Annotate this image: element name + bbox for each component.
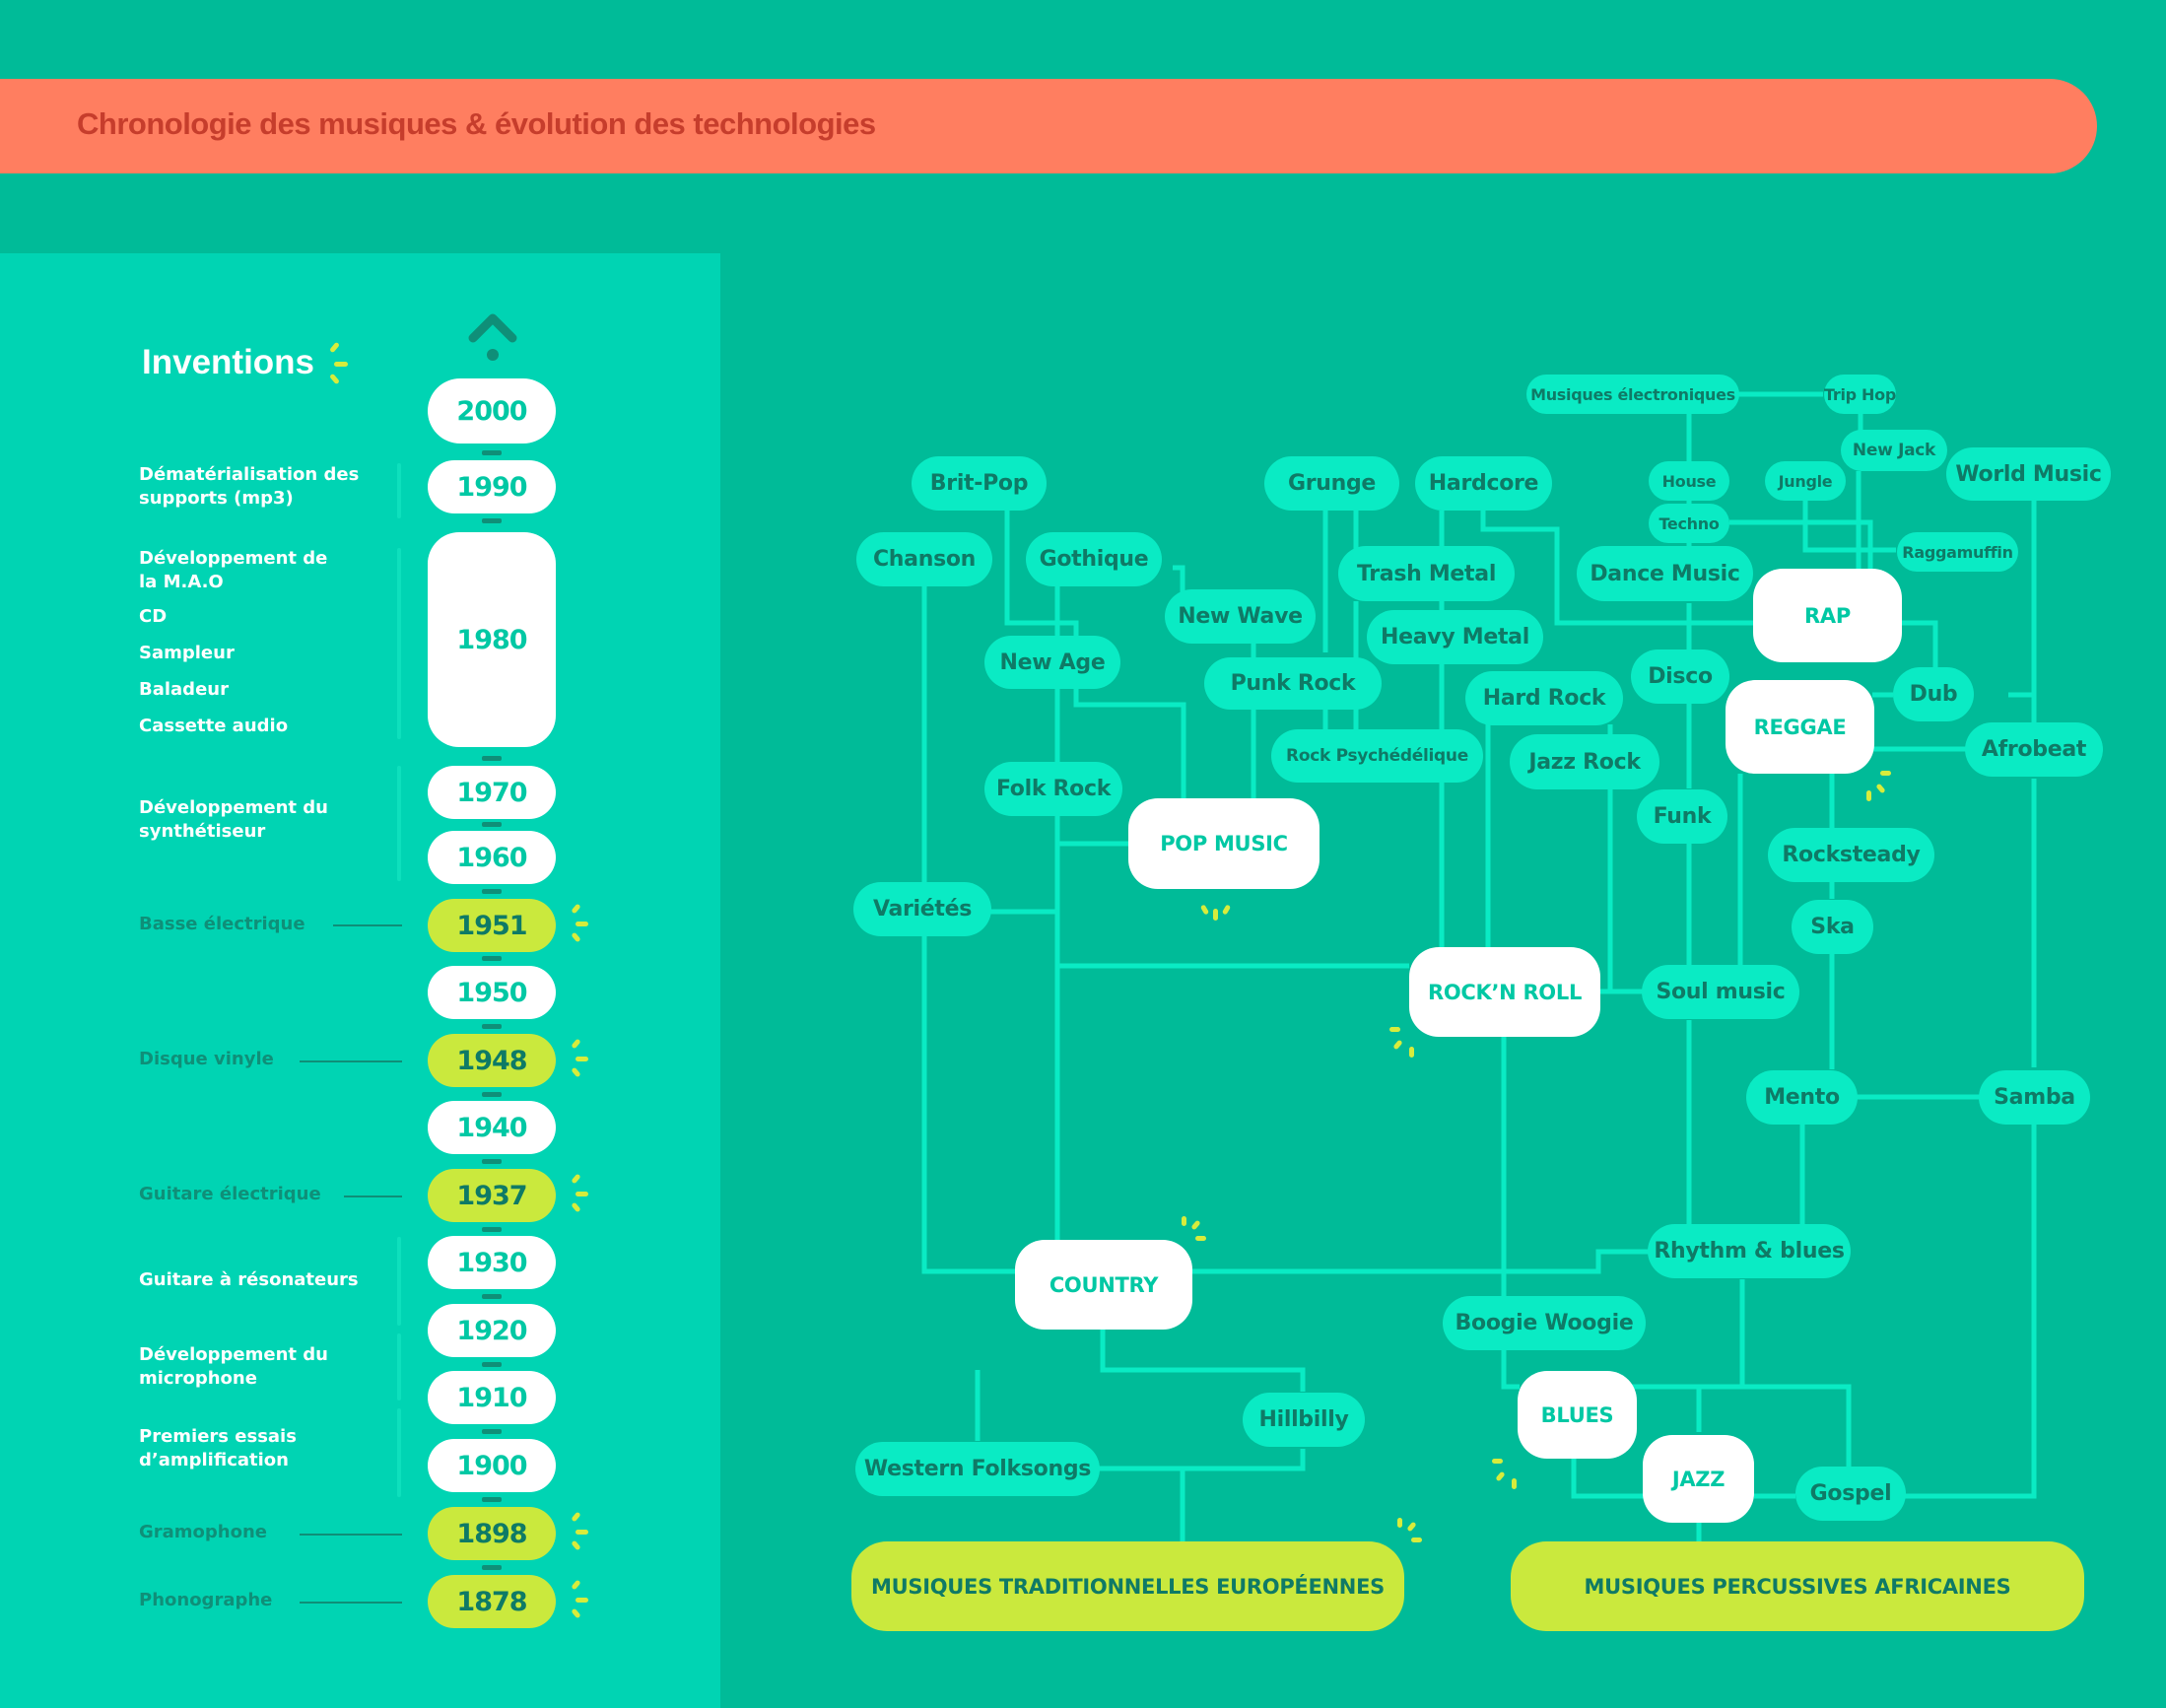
node-punk-rock[interactable]: Punk Rock — [1204, 657, 1382, 710]
node-new-age[interactable]: New Age — [984, 636, 1120, 689]
node-chanson[interactable]: Chanson — [856, 532, 992, 586]
node-new-jack[interactable]: New Jack — [1841, 430, 1947, 471]
node-varietes[interactable]: Variétés — [853, 882, 991, 936]
node-jazz[interactable]: JAZZ — [1643, 1435, 1754, 1523]
node-musiques-electroniques[interactable]: Musiques électroniques — [1526, 375, 1739, 414]
link — [1900, 620, 1938, 670]
root-musiques-traditionnelles-europeennes[interactable]: MUSIQUES TRADITIONNELLES EUROPÉENNES — [851, 1541, 1404, 1631]
node-afrobeat[interactable]: Afrobeat — [1965, 722, 2103, 777]
link — [1191, 1249, 1651, 1274]
node-raggamuffin[interactable]: Raggamuffin — [1897, 532, 2018, 572]
node-ska[interactable]: Ska — [1792, 900, 1873, 954]
root-musiques-percussives-africaines[interactable]: MUSIQUES PERCUSSIVES AFRICAINES — [1511, 1541, 2084, 1631]
node-gothique[interactable]: Gothique — [1026, 532, 1162, 586]
node-samba[interactable]: Samba — [1979, 1070, 2090, 1125]
node-reggae[interactable]: REGGAE — [1726, 680, 1874, 774]
node-rock-psychedelique[interactable]: Rock Psychédélique — [1271, 729, 1483, 783]
node-house[interactable]: House — [1649, 461, 1729, 501]
node-blues[interactable]: BLUES — [1518, 1371, 1637, 1459]
node-heavy-metal[interactable]: Heavy Metal — [1367, 610, 1543, 664]
node-rhythm-blues[interactable]: Rhythm & blues — [1648, 1224, 1851, 1278]
sparkle-icon — [1862, 769, 1892, 818]
node-soul-music[interactable]: Soul music — [1642, 965, 1799, 1019]
node-rap[interactable]: RAP — [1753, 569, 1902, 662]
node-new-wave[interactable]: New Wave — [1165, 589, 1316, 644]
sparkle-icon — [1388, 1025, 1417, 1074]
node-hardcore[interactable]: Hardcore — [1415, 456, 1552, 511]
node-trip-hop[interactable]: Trip Hop — [1824, 375, 1896, 414]
node-trash-metal[interactable]: Trash Metal — [1338, 546, 1515, 601]
node-pop-music[interactable]: POP MUSIC — [1128, 798, 1320, 889]
node-western-folksongs[interactable]: Western Folksongs — [855, 1442, 1100, 1496]
node-gospel[interactable]: Gospel — [1795, 1467, 1906, 1521]
node-rock-n-roll[interactable]: ROCK’N ROLL — [1409, 947, 1600, 1037]
node-hard-rock[interactable]: Hard Rock — [1465, 671, 1623, 725]
node-folk-rock[interactable]: Folk Rock — [984, 762, 1122, 816]
node-dance-music[interactable]: Dance Music — [1577, 546, 1753, 601]
node-grunge[interactable]: Grunge — [1264, 456, 1399, 511]
node-techno[interactable]: Techno — [1649, 504, 1729, 543]
link — [1904, 500, 2037, 1499]
node-brit-pop[interactable]: Brit-Pop — [912, 456, 1047, 511]
node-mento[interactable]: Mento — [1746, 1070, 1858, 1125]
node-world-music[interactable]: World Music — [1946, 447, 2111, 501]
sparkle-icon — [1490, 1457, 1520, 1506]
node-dub[interactable]: Dub — [1893, 667, 1974, 721]
node-jungle[interactable]: Jungle — [1765, 461, 1846, 501]
node-rocksteady[interactable]: Rocksteady — [1768, 828, 1934, 882]
node-funk[interactable]: Funk — [1637, 789, 1727, 844]
node-disco[interactable]: Disco — [1631, 649, 1729, 704]
node-boogie-woogie[interactable]: Boogie Woogie — [1443, 1296, 1646, 1350]
node-jazz-rock[interactable]: Jazz Rock — [1510, 734, 1659, 789]
node-hillbilly[interactable]: Hillbilly — [1243, 1393, 1365, 1447]
node-country[interactable]: COUNTRY — [1015, 1240, 1192, 1330]
sparkle-icon — [1199, 899, 1232, 948]
